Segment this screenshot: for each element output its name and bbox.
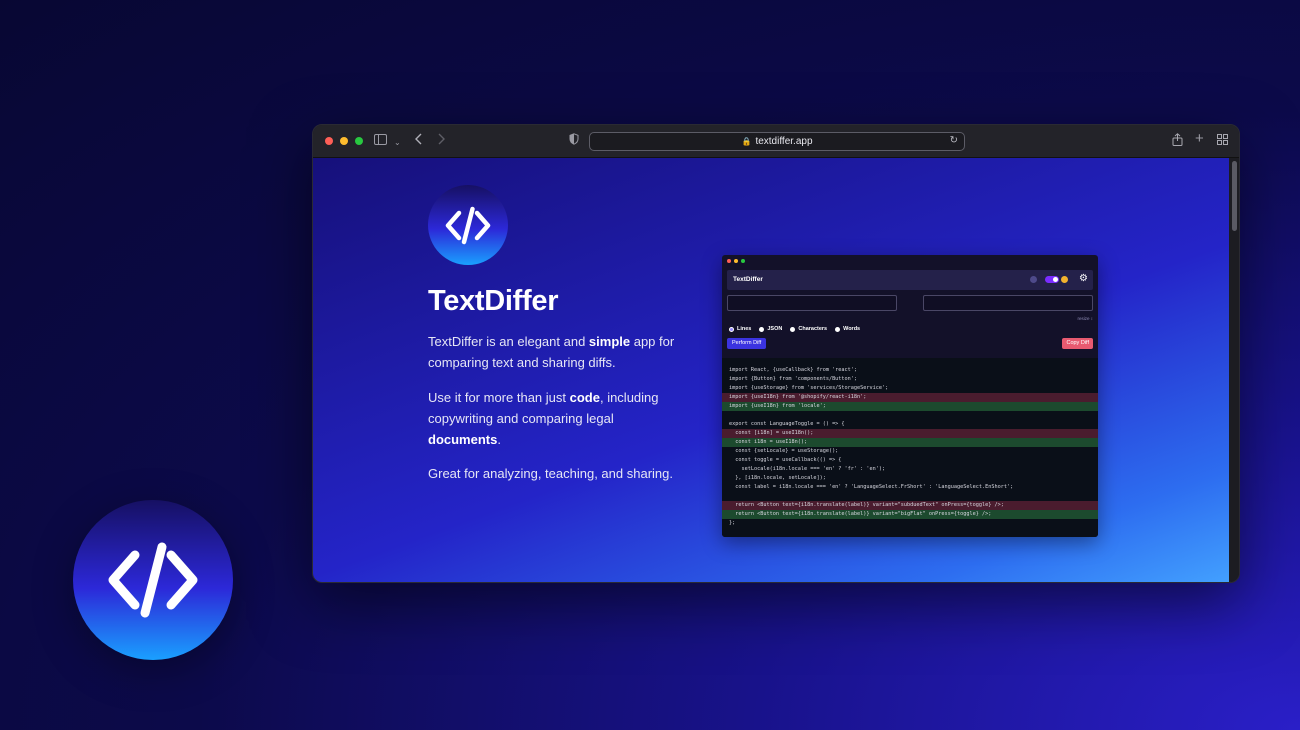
paragraph-text-run: Use it for more than just: [428, 390, 570, 405]
site-logo: [428, 185, 508, 265]
diff-line-same: [722, 492, 1098, 501]
diff-line-add: return <Button text={i18n.translate(labe…: [722, 510, 1098, 519]
diff-line-same: import {useStorage} from 'services/Stora…: [729, 385, 889, 391]
copy-diff-button[interactable]: Copy Diff: [1062, 338, 1093, 349]
radio-icon: [759, 326, 765, 332]
gear-icon[interactable]: ⚙: [1079, 273, 1088, 285]
mode-option-lines[interactable]: Lines: [729, 326, 751, 332]
back-icon[interactable]: [415, 133, 423, 149]
zoom-window-button[interactable]: [355, 137, 363, 145]
resize-control[interactable]: resize ↕: [1077, 316, 1093, 321]
app-header: TextDiffer ⚙: [727, 270, 1093, 290]
mode-label: Lines: [737, 326, 752, 332]
close-window-button[interactable]: [325, 137, 333, 145]
preview-window-controls: [727, 259, 745, 263]
intro-paragraph: TextDiffer is an elegant and simple app …: [428, 331, 678, 373]
forward-icon[interactable]: [437, 133, 445, 149]
theme-toggle[interactable]: [1045, 276, 1059, 283]
mode-label: Characters: [798, 326, 828, 332]
help-icon[interactable]: [1030, 276, 1037, 283]
paragraph-text-run: simple: [588, 334, 631, 349]
mode-option-words[interactable]: Words: [835, 326, 860, 332]
diff-line-same: };: [729, 520, 736, 526]
paragraph-text-run: code: [569, 390, 600, 405]
radio-icon: [729, 326, 734, 332]
address-bar[interactable]: 🔒 textdiffer.app ↻: [589, 132, 965, 151]
diff-line-same: import {Button} from 'components/Button'…: [729, 376, 858, 382]
sidebar-toggle-icon[interactable]: [374, 133, 387, 149]
diff-line-add: import {useI18n} from 'locale';: [722, 402, 1098, 411]
diff-line-same: const toggle = useCallback(() => {: [729, 457, 842, 463]
diff-line-add: const i18n = useI18n();: [722, 438, 1098, 447]
diff-line-same: const label = i18n.locale === 'en' ? 'La…: [729, 484, 1014, 490]
code-brackets-icon: [445, 206, 491, 244]
url-text: textdiffer.app: [755, 136, 813, 147]
diff-line-del: const [i18n] = useI18n();: [722, 429, 1098, 438]
diff-output: import React, {useCallback} from 'react'…: [722, 358, 1098, 537]
mode-option-characters[interactable]: Characters: [790, 326, 827, 332]
radio-icon: [790, 326, 796, 332]
diff-line-del: return <Button text={i18n.translate(labe…: [722, 501, 1098, 510]
app-icon-large: [73, 500, 233, 660]
usage-paragraph: Use it for more than just code, includin…: [428, 387, 678, 450]
diff-line-same: const {setLocale} = useStorage();: [729, 448, 839, 454]
preview-zoom-dot: [741, 259, 745, 263]
mode-option-json[interactable]: JSON: [759, 326, 782, 332]
mode-label: JSON: [767, 326, 783, 332]
perform-diff-button[interactable]: Perform Diff: [727, 338, 767, 349]
benefit-paragraph: Great for analyzing, teaching, and shari…: [428, 463, 678, 484]
new-tab-icon[interactable]: +: [1195, 131, 1204, 147]
browser-window: ⌄ 🔒 textdiffer.app ↻ + TextDiffer TextDi…: [312, 124, 1240, 583]
diff-line-same: setLocale(i18n.locale === 'en' ? 'fr' : …: [729, 466, 886, 472]
app-preview: TextDiffer ⚙ resize ↕ Lines JSON Character…: [722, 255, 1098, 537]
chevron-down-icon[interactable]: ⌄: [394, 135, 401, 151]
sun-icon: [1061, 276, 1068, 283]
diff-line-same: import React, {useCallback} from 'react'…: [729, 367, 858, 373]
original-text-input[interactable]: [727, 295, 897, 311]
browser-toolbar: ⌄ 🔒 textdiffer.app ↻ +: [313, 125, 1239, 158]
lock-icon: 🔒: [741, 137, 752, 146]
window-controls: [325, 137, 363, 145]
app-title: TextDiffer: [733, 276, 763, 283]
diff-mode-options: Lines JSON Characters Words: [729, 326, 860, 332]
page-title: TextDiffer: [428, 285, 559, 317]
scrollbar-thumb[interactable]: [1232, 161, 1237, 231]
diff-line-same: }, [i18n.locale, setLocale]);: [729, 475, 826, 481]
paragraph-text-run: .: [497, 432, 501, 447]
share-icon[interactable]: [1172, 133, 1183, 150]
mode-label: Words: [843, 326, 861, 332]
privacy-shield-icon[interactable]: [569, 133, 579, 149]
tab-overview-icon[interactable]: [1217, 133, 1228, 149]
paragraph-text-run: TextDiffer is an elegant and: [428, 334, 589, 349]
diff-line-same: [722, 411, 1098, 420]
preview-minimize-dot: [734, 259, 738, 263]
paragraph-text-run: Great for analyzing, teaching, and shari…: [428, 466, 673, 481]
changed-text-input[interactable]: [923, 295, 1093, 311]
diff-line-same: export const LanguageToggle = () => {: [729, 421, 845, 427]
minimize-window-button[interactable]: [340, 137, 348, 145]
diff-line-del: import {useI18n} from '@shopify/react-i1…: [722, 393, 1098, 402]
code-brackets-icon: [108, 542, 198, 618]
reload-icon[interactable]: ↻: [950, 135, 958, 146]
paragraph-text-run: documents: [428, 432, 498, 447]
preview-close-dot: [727, 259, 731, 263]
radio-icon: [835, 326, 841, 332]
page-viewport: TextDiffer TextDiffer is an elegant and …: [313, 158, 1231, 582]
